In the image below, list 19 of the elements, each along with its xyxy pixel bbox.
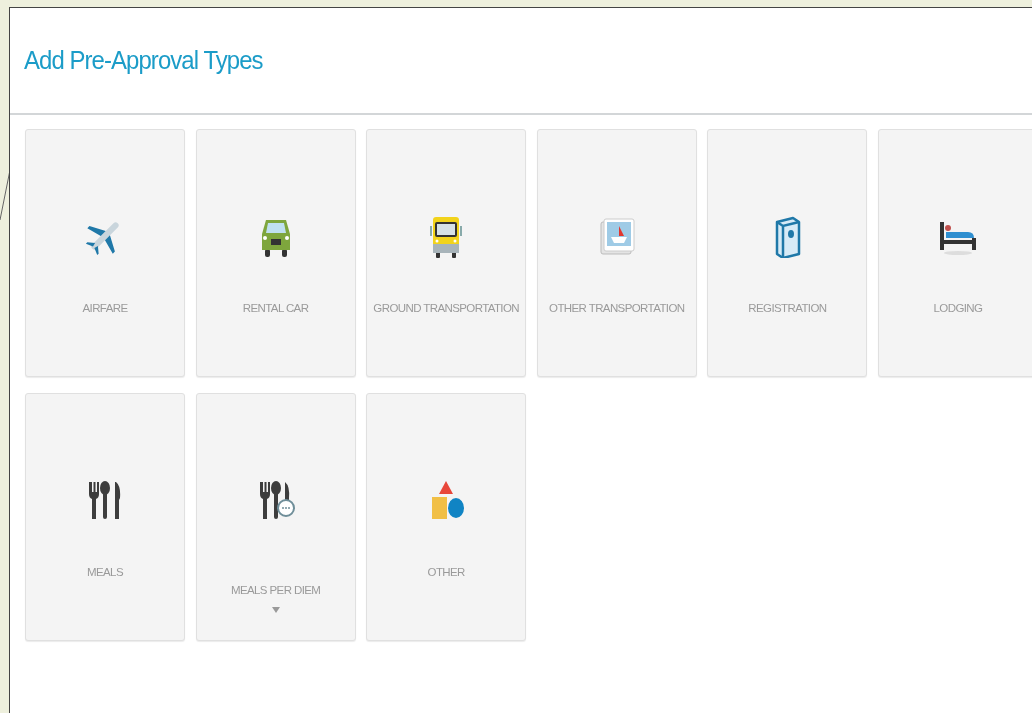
tile-label: MEALS PER DIEM: [230, 583, 321, 598]
type-tile[interactable]: MEALS PER DIEM: [195, 393, 356, 641]
type-tile[interactable]: MEALS: [25, 393, 185, 641]
panel-title: Add Pre-Approval Types: [24, 44, 263, 77]
tile-label: AIRFARE: [82, 301, 128, 316]
type-tile[interactable]: LODGING: [877, 129, 1032, 377]
tile-label: OTHER TRANSPORTATION: [549, 301, 685, 316]
type-tile[interactable]: AIRFARE: [25, 129, 185, 377]
type-tile[interactable]: OTHER TRANSPORTATION: [536, 129, 697, 377]
type-tile[interactable]: RENTAL CAR: [195, 129, 356, 377]
type-tile[interactable]: GROUND TRANSPORTATION: [366, 129, 527, 377]
tile-label: OTHER: [427, 565, 465, 580]
tile-label: MEALS: [87, 565, 123, 580]
tile-label: REGISTRATION: [748, 301, 827, 316]
tile-label: LODGING: [933, 301, 983, 316]
type-tile[interactable]: OTHER: [366, 393, 527, 641]
tile-label: GROUND TRANSPORTATION: [373, 301, 519, 316]
tile-label: RENTAL CAR: [242, 301, 309, 316]
type-tile[interactable]: REGISTRATION: [707, 129, 868, 377]
